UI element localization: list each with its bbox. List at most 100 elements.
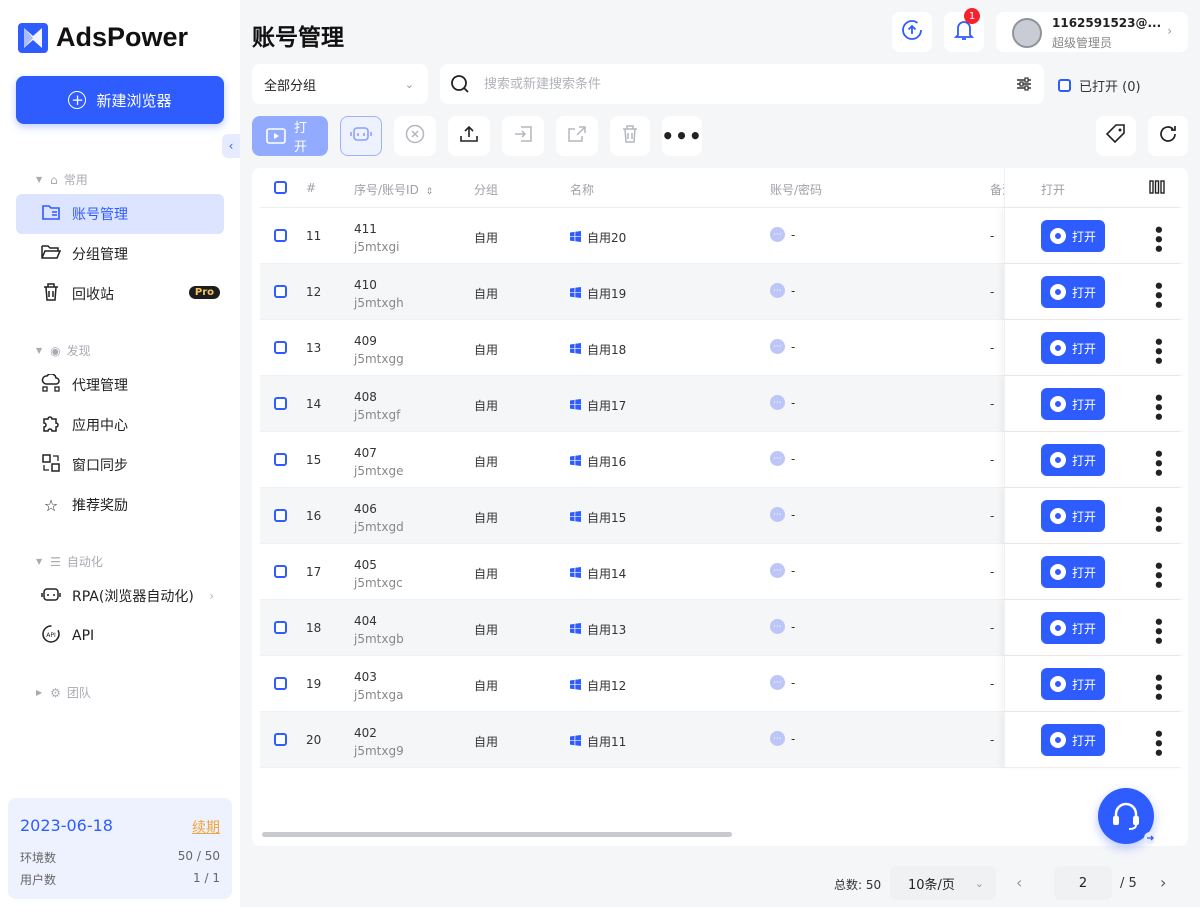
sidebar-item-apps[interactable]: 应用中心 [16, 405, 224, 445]
user-name: 1162591523@... [1052, 16, 1162, 30]
row-checkbox[interactable] [274, 733, 287, 746]
more-vertical-icon[interactable]: ••• [1147, 392, 1168, 421]
opened-checkbox[interactable] [1058, 79, 1071, 92]
sidebar-item-trash[interactable]: 回收站 Pro [16, 274, 224, 314]
table-row[interactable]: 12 410 j5mtxgh 自用 自用19 ··· - - 打开 ••• [260, 264, 1188, 320]
row-group: 自用 [474, 399, 499, 413]
row-checkbox[interactable] [274, 341, 287, 354]
table-row[interactable]: 15 407 j5mtxge 自用 自用16 ··· - - 打开 ••• [260, 432, 1188, 488]
notifications-button[interactable]: 1 [944, 8, 984, 52]
open-browser-button[interactable]: 打开 [1041, 668, 1105, 700]
share-button[interactable] [556, 116, 598, 156]
row-checkbox[interactable] [274, 229, 287, 242]
sidebar-item-api[interactable]: API API [16, 616, 224, 656]
sidebar-item-sync[interactable]: 窗口同步 [16, 445, 224, 485]
open-browser-button[interactable]: 打开 [1041, 332, 1105, 364]
move-group-button[interactable] [502, 116, 544, 156]
prev-page-button[interactable]: ‹ [1016, 873, 1022, 892]
more-vertical-icon[interactable]: ••• [1147, 728, 1168, 757]
support-chat-button[interactable] [1098, 788, 1156, 844]
section-common[interactable]: ▼ ⌂ 常用 [36, 171, 88, 188]
section-team-label: 团队 [66, 686, 91, 700]
upgrade-button[interactable] [892, 12, 932, 52]
more-vertical-icon[interactable]: ••• [1147, 504, 1168, 533]
more-vertical-icon[interactable]: ••• [1147, 560, 1168, 589]
column-settings-icon[interactable] [1149, 180, 1165, 197]
open-browser-label: 打开 [1071, 509, 1096, 524]
row-note: - [990, 453, 995, 467]
sidebar-item-accounts[interactable]: 账号管理 [16, 194, 224, 234]
refresh-button[interactable] [1148, 116, 1188, 156]
adspower-logo-icon [18, 22, 48, 53]
table-row[interactable]: 17 405 j5mtxgc 自用 自用14 ··· - - 打开 ••• [260, 544, 1188, 600]
open-browser-button[interactable]: 打开 [1041, 276, 1105, 308]
filter-settings-icon[interactable] [1016, 76, 1032, 96]
section-automation-label: 自动化 [66, 555, 103, 569]
next-page-button[interactable]: › [1160, 873, 1166, 892]
sidebar-item-rewards[interactable]: ☆ 推荐奖励 [16, 485, 224, 525]
more-vertical-icon[interactable]: ••• [1147, 672, 1168, 701]
more-vertical-icon[interactable]: ••• [1147, 280, 1168, 309]
more-vertical-icon[interactable]: ••• [1147, 336, 1168, 365]
table-row[interactable]: 19 403 j5mtxga 自用 自用12 ··· - - 打开 ••• [260, 656, 1188, 712]
select-all-checkbox[interactable] [274, 181, 287, 194]
row-checkbox[interactable] [274, 453, 287, 466]
open-browser-button[interactable]: 打开 [1041, 556, 1105, 588]
row-checkbox[interactable] [274, 621, 287, 634]
header-index: # [306, 181, 317, 195]
row-checkbox[interactable] [274, 509, 287, 522]
opened-filter[interactable]: 已打开 (0) [1058, 76, 1141, 95]
table-row[interactable]: 14 408 j5mtxgf 自用 自用17 ··· - - 打开 ••• [260, 376, 1188, 432]
row-checkbox[interactable] [274, 397, 287, 410]
collapse-sidebar-button[interactable]: ‹ [222, 134, 240, 158]
section-team[interactable]: ▶ ⚙ 团队 [36, 684, 91, 701]
page-size-select[interactable]: 10条/页 ⌄ [890, 866, 996, 900]
more-actions-button[interactable]: ••• [661, 116, 702, 156]
row-name: 自用17 [570, 397, 626, 414]
more-vertical-icon[interactable]: ••• [1147, 616, 1168, 645]
delete-button[interactable] [610, 116, 650, 156]
new-browser-button[interactable]: + 新建浏览器 [16, 76, 224, 124]
user-menu[interactable]: 1162591523@... 超级管理员 › [996, 12, 1188, 52]
sidebar-item-groups[interactable]: 分组管理 [16, 234, 224, 274]
row-checkbox[interactable] [274, 565, 287, 578]
row-note: - [990, 509, 995, 523]
table-row[interactable]: 11 411 j5mtxgi 自用 自用20 ··· - - 打开 ••• [260, 208, 1188, 264]
close-browser-button[interactable] [394, 116, 436, 156]
open-browser-button[interactable]: 打开 [1041, 220, 1105, 252]
open-browser-button[interactable]: 打开 [1041, 612, 1105, 644]
sidebar-item-proxy[interactable]: 代理管理 [16, 365, 224, 405]
renew-link[interactable]: 续期 [192, 817, 220, 837]
upload-button[interactable] [448, 116, 490, 156]
open-browser-label: 打开 [1071, 285, 1096, 300]
plan-expiry-date: 2023-06-18 [20, 816, 113, 835]
sidebar-item-rpa[interactable]: RPA(浏览器自动化) › [16, 576, 224, 616]
table-row[interactable]: 16 406 j5mtxgd 自用 自用15 ··· - - 打开 ••• [260, 488, 1188, 544]
tag-button[interactable] [1096, 116, 1136, 156]
table-row[interactable]: 18 404 j5mtxgb 自用 自用13 ··· - - 打开 ••• [260, 600, 1188, 656]
open-browser-button[interactable]: 打开 [1041, 388, 1105, 420]
search-input[interactable] [484, 74, 984, 94]
open-browser-button[interactable]: 打开 [1041, 444, 1105, 476]
table-row[interactable]: 20 402 j5mtxg9 自用 自用11 ··· - - 打开 ••• [260, 712, 1188, 768]
row-group: 自用 [474, 343, 499, 357]
horizontal-scrollbar[interactable] [262, 832, 732, 837]
row-checkbox[interactable] [274, 677, 287, 690]
open-selected-button[interactable]: 打开 [252, 116, 328, 156]
open-browser-button[interactable]: 打开 [1041, 724, 1105, 756]
row-checkbox[interactable] [274, 285, 287, 298]
row-account: ··· - [770, 339, 795, 354]
row-seq: 411 [354, 222, 377, 236]
rpa-tool-button[interactable] [340, 116, 382, 156]
more-vertical-icon[interactable]: ••• [1147, 448, 1168, 477]
group-select[interactable]: 全部分组 ⌄ [252, 64, 428, 104]
pagination-total: 总数: 50 [834, 878, 882, 892]
row-name: 自用13 [570, 621, 626, 638]
header-seq[interactable]: 序号/账号ID ⇕ [354, 181, 433, 198]
open-browser-button[interactable]: 打开 [1041, 500, 1105, 532]
page-number-input[interactable]: 2 [1054, 866, 1112, 900]
table-row[interactable]: 13 409 j5mtxgg 自用 自用18 ··· - - 打开 ••• [260, 320, 1188, 376]
more-vertical-icon[interactable]: ••• [1147, 224, 1168, 253]
section-automation[interactable]: ▼ ☰ 自动化 [36, 553, 103, 570]
section-discover[interactable]: ▼ ◉ 发现 [36, 342, 91, 359]
